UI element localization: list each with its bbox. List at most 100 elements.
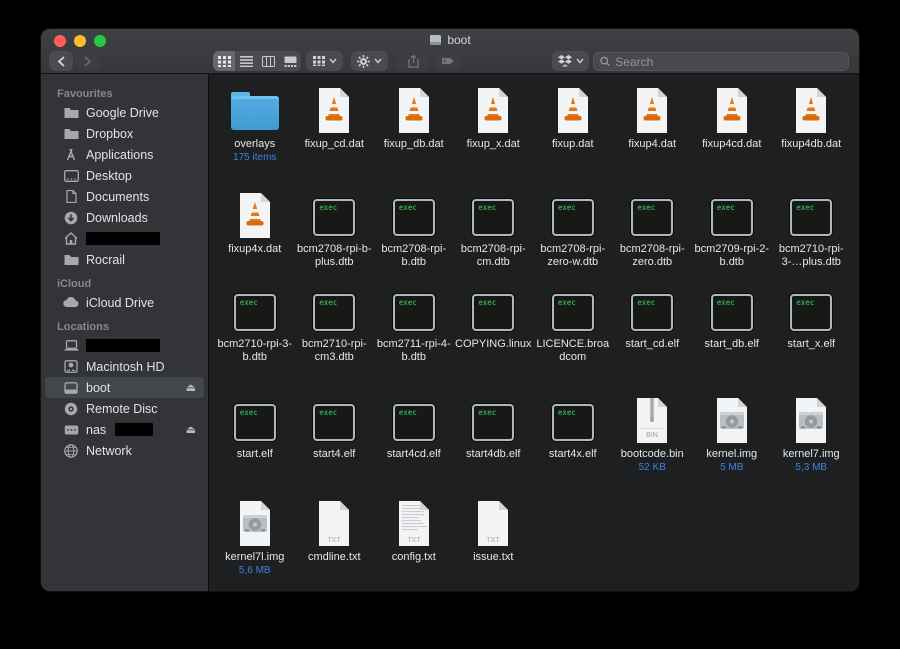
sidebar-item-macintosh-hd[interactable]: Macintosh HD (45, 356, 204, 377)
file-item[interactable]: fixup4db.dat (772, 85, 852, 190)
file-info: 5,6 MB (239, 564, 271, 577)
file-name: bcm2708-rpi-b-plus.dtb (295, 243, 373, 269)
download-icon (63, 211, 79, 225)
file-name: fixup_x.dat (467, 138, 520, 151)
title-bar[interactable]: boot (41, 29, 859, 50)
file-item[interactable]: exec bcm2708-rpi-b-plus.dtb (295, 190, 375, 285)
file-item[interactable]: TXTconfig.txt (374, 498, 454, 590)
sidebar-item-applications[interactable]: Applications (45, 144, 204, 165)
hdd-icon (63, 360, 79, 373)
file-item[interactable]: execbcm2708-rpi-zero-w.dtb (533, 190, 613, 285)
icon-view-button[interactable] (213, 51, 235, 71)
sidebar-item-redacted[interactable] (45, 228, 204, 249)
sidebar-item-nas[interactable]: nas⏏ (45, 419, 204, 440)
sidebar-item-dropbox[interactable]: Dropbox (45, 123, 204, 144)
zoom-button[interactable] (94, 35, 106, 47)
sidebar-item-boot[interactable]: boot⏏ (45, 377, 204, 398)
sidebar-item-redacted[interactable] (45, 335, 204, 356)
file-info: 175 items (233, 151, 276, 164)
img-file-icon (792, 395, 830, 445)
file-item[interactable]: execbcm2711-rpi-4-b.dtb (374, 285, 454, 395)
file-name: start4db.elf (466, 448, 520, 461)
exec-file-icon: exec (472, 190, 514, 240)
file-item[interactable]: overlays175 items (215, 85, 295, 190)
minimize-button[interactable] (74, 35, 86, 47)
group-button[interactable] (306, 51, 343, 71)
search-input[interactable] (615, 55, 842, 69)
file-item[interactable]: execbcm2708-rpi-zero.dtb (613, 190, 693, 285)
file-item[interactable]: BINbootcode.bin52 KB (613, 395, 693, 498)
sidebar-section-label: Favourites (57, 88, 208, 100)
svg-text:TXT: TXT (487, 537, 501, 544)
sidebar-item-desktop[interactable]: Desktop (45, 165, 204, 186)
file-name: bcm2710-rpi-3-b.dtb (216, 338, 294, 364)
file-item[interactable]: fixup4cd.dat (692, 85, 772, 190)
forward-button[interactable] (75, 51, 99, 71)
file-item[interactable]: fixup4x.dat (215, 190, 295, 285)
exec-file-icon: exec (313, 190, 355, 240)
sidebar-item-label: Applications (86, 148, 153, 162)
file-item[interactable]: execstart_cd.elf (613, 285, 693, 395)
file-name: LICENCE.broadcom (534, 338, 612, 364)
file-name: start4cd.elf (387, 448, 441, 461)
file-item[interactable]: execbcm2708-rpi-cm.dtb (454, 190, 534, 285)
dropbox-button[interactable] (552, 51, 589, 71)
file-item[interactable]: fixup4.dat (613, 85, 693, 190)
file-item[interactable]: execstart4cd.elf (374, 395, 454, 498)
file-item[interactable]: TXTcmdline.txt (295, 498, 375, 590)
gallery-view-button[interactable] (279, 51, 301, 71)
file-item[interactable]: execstart_db.elf (692, 285, 772, 395)
cloud-icon (63, 297, 79, 308)
sidebar-item-remote-disc[interactable]: Remote Disc (45, 398, 204, 419)
file-item[interactable]: execstart4x.elf (533, 395, 613, 498)
eject-icon[interactable]: ⏏ (186, 423, 196, 436)
file-item[interactable]: execstart4.elf (295, 395, 375, 498)
share-button[interactable] (397, 51, 429, 71)
list-view-button[interactable] (235, 51, 257, 71)
back-button[interactable] (49, 51, 73, 71)
tag-button[interactable] (435, 51, 461, 71)
tag-icon (441, 56, 455, 66)
file-item[interactable]: fixup_db.dat (374, 85, 454, 190)
svg-text:BIN: BIN (646, 432, 658, 439)
vlc-file-icon (633, 85, 671, 135)
eject-icon[interactable]: ⏏ (186, 381, 196, 394)
sidebar: Favourites Google DriveDropbox Application… (41, 74, 209, 592)
exec-file-icon: exec (313, 395, 355, 445)
file-item[interactable]: fixup.dat (533, 85, 613, 190)
file-item[interactable]: execstart_x.elf (772, 285, 852, 395)
sidebar-item-documents[interactable]: Documents (45, 186, 204, 207)
sidebar-item-network[interactable]: Network (45, 440, 204, 461)
file-item[interactable]: fixup_cd.dat (295, 85, 375, 190)
file-item[interactable]: TXTissue.txt (454, 498, 534, 590)
close-button[interactable] (54, 35, 66, 47)
actions-button[interactable] (351, 51, 388, 71)
search-field[interactable] (593, 52, 849, 71)
file-item[interactable]: execstart4db.elf (454, 395, 534, 498)
file-item[interactable]: execbcm2708-rpi-b.dtb (374, 190, 454, 285)
exec-file-icon: exec (790, 190, 832, 240)
file-item[interactable]: execstart.elf (215, 395, 295, 498)
file-item[interactable]: execbcm2710-rpi-3-b.dtb (215, 285, 295, 395)
toolbar (41, 50, 859, 74)
file-name: bcm2711-rpi-4-b.dtb (375, 338, 453, 364)
sidebar-item-google-drive[interactable]: Google Drive (45, 102, 204, 123)
file-item[interactable]: kernel7l.img5,6 MB (215, 498, 295, 590)
doc-icon (63, 190, 79, 203)
sidebar-item-rocrail[interactable]: Rocrail (45, 249, 204, 270)
exec-file-icon: exec (313, 285, 355, 335)
file-item[interactable]: execCOPYING.linux (454, 285, 534, 395)
sidebar-item-icloud-drive[interactable]: iCloud Drive (45, 292, 204, 313)
file-item[interactable]: kernel7.img5,3 MB (772, 395, 852, 498)
file-item[interactable]: kernel.img5 MB (692, 395, 772, 498)
redacted-label (115, 423, 153, 436)
column-view-button[interactable] (257, 51, 279, 71)
file-item[interactable]: execLICENCE.broadcom (533, 285, 613, 395)
file-item[interactable]: fixup_x.dat (454, 85, 534, 190)
file-item[interactable]: execbcm2709-rpi-2-b.dtb (692, 190, 772, 285)
forward-icon (83, 56, 92, 67)
file-grid-row: kernel7l.img5,6 MB TXTcmdline.txt TXTcon… (215, 498, 859, 590)
file-item[interactable]: execbcm2710-rpi-3-…plus.dtb (772, 190, 852, 285)
sidebar-item-downloads[interactable]: Downloads (45, 207, 204, 228)
file-item[interactable]: execbcm2710-rpi-cm3.dtb (295, 285, 375, 395)
